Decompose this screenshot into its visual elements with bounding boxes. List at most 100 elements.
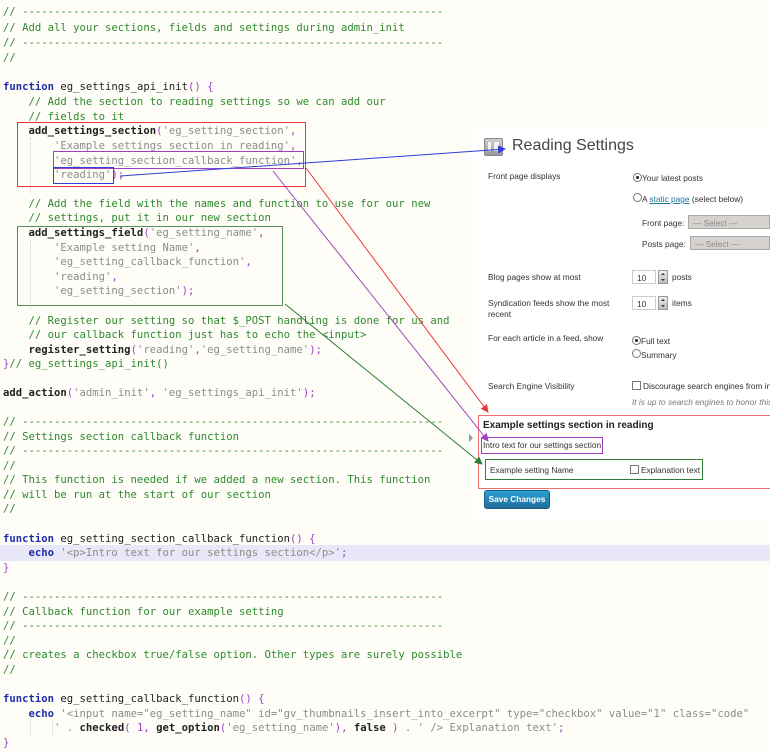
code-token: ; (341, 547, 348, 559)
code-token: 'reading' (3, 271, 112, 283)
code-token: 'Example settings section in reading' (3, 140, 291, 152)
code-token: 'admin_init' (73, 387, 150, 399)
code-token: , (245, 256, 252, 268)
code-token: eg_setting_section_callback_function (54, 533, 291, 545)
indent-guide (30, 240, 31, 310)
code-token: // -------------------------------------… (3, 445, 444, 457)
code-token: checked (79, 722, 125, 734)
code-token: // Settings section callback function (3, 431, 239, 443)
code-token: register_setting (3, 344, 131, 356)
code-token: , (258, 227, 265, 239)
front-page-displays-label: Front page displays (488, 171, 561, 181)
code-token: false (353, 722, 386, 734)
code-token: 'eg_settings_api_init' (162, 387, 303, 399)
code-token: , (290, 140, 297, 152)
code-token: add_settings_field (3, 227, 144, 239)
code-token: ); (309, 344, 322, 356)
code-line: // (3, 50, 16, 67)
posts-page-select[interactable]: — Select — (690, 236, 770, 250)
code-line: }// eg_settings_api_init() (3, 356, 169, 373)
code-token: // (3, 664, 16, 676)
radio-latest-posts[interactable] (633, 173, 642, 182)
code-token: , (149, 387, 163, 399)
code-token: // (3, 460, 16, 472)
code-token: echo (3, 547, 55, 559)
static-page-link[interactable]: static page (649, 194, 689, 204)
code-token: add_settings_section (3, 125, 157, 137)
radio-full-text-label: Full text (641, 336, 671, 346)
code-token: , (143, 722, 157, 734)
code-line: // -------------------------------------… (3, 443, 443, 460)
syndication-spinner[interactable] (658, 296, 668, 310)
code-token: // will be run at the start of our secti… (3, 489, 271, 501)
code-token: // (3, 52, 16, 64)
blog-pages-label: Blog pages show at most (488, 272, 581, 282)
radio-full-text[interactable] (632, 336, 641, 345)
code-token: () { (239, 693, 265, 705)
code-token: // eg_settings_api_init() (9, 358, 169, 370)
blog-pages-unit: posts (672, 272, 692, 282)
code-line: } (3, 735, 9, 752)
search-visibility-label: Search Engine Visibility (488, 381, 575, 391)
code-token: // -------------------------------------… (3, 620, 444, 632)
code-line: // will be run at the start of our secti… (3, 487, 271, 504)
radio-static-page[interactable] (633, 193, 642, 202)
explanation-checkbox-label: Explanation text (641, 465, 701, 475)
front-page-select[interactable]: — Select — (688, 215, 770, 229)
code-token: ); (111, 169, 125, 181)
code-line: // -------------------------------------… (3, 35, 443, 52)
code-token: // This function is needed if we added a… (3, 474, 431, 486)
radio-static-suffix: (select below) (689, 194, 744, 204)
posts-page-select-label: Posts page: (642, 239, 686, 249)
blog-pages-spinner[interactable] (658, 270, 668, 284)
code-line: ' . checked( 1, get_option('eg_setting_n… (3, 720, 564, 737)
code-token: 'eg_setting_section' (162, 125, 291, 137)
code-token: get_option (156, 722, 220, 734)
code-token: function (3, 533, 55, 545)
save-changes-button[interactable]: Save Changes (484, 490, 550, 509)
code-line: // -------------------------------------… (3, 618, 443, 635)
search-visibility-note: It is up to search engines to honor this… (632, 397, 770, 407)
code-token: , (111, 271, 118, 283)
radio-latest-posts-label: Your latest posts (642, 173, 704, 183)
collapse-handle-icon[interactable] (469, 434, 473, 442)
code-token: 'eg_setting_callback_function' (3, 256, 246, 268)
code-token: ( (124, 722, 137, 734)
code-token: eg_settings_api_init (54, 81, 188, 93)
code-token: } (3, 562, 10, 574)
code-token: // (3, 635, 16, 647)
code-line: // (3, 662, 16, 679)
code-token: // -------------------------------------… (3, 416, 444, 428)
example-section-intro: Intro text for our settings section (483, 440, 602, 450)
code-token: // Register our setting so that $_POST h… (3, 315, 450, 327)
code-token: 'eg_setting_name' (149, 227, 259, 239)
code-token: // our callback function just has to ech… (3, 329, 367, 341)
syndication-input[interactable]: 10 (632, 296, 656, 310)
code-token: '<p>Intro text for our settings section<… (54, 547, 342, 559)
code-token: // Add the section to reading settings s… (3, 96, 386, 108)
code-token: // -------------------------------------… (3, 591, 444, 603)
indent-guide (30, 138, 31, 194)
code-token: 'reading' (136, 344, 195, 356)
indent-guide (52, 720, 53, 735)
code-token: ' . (3, 722, 80, 734)
code-token: add_action (3, 387, 67, 399)
code-token: echo (3, 708, 55, 720)
code-token: , (194, 242, 201, 254)
indent-guide (30, 720, 31, 735)
code-token: ); (181, 285, 195, 297)
code-line: 'eg_setting_section'); (3, 283, 194, 300)
radio-summary[interactable] (632, 349, 641, 358)
code-token: 'Example setting Name' (3, 242, 195, 254)
blog-pages-input[interactable]: 10 (632, 270, 656, 284)
page-title: Reading Settings (512, 137, 634, 154)
radio-static-page-label: A static page (select below) (642, 194, 743, 204)
code-token: 'eg_setting_name' (200, 344, 310, 356)
feed-article-label: For each article in a feed, show (488, 333, 604, 343)
syndication-label: Syndication feeds show the most recent (488, 298, 610, 319)
code-token: 'eg_setting_section_callback_function' (3, 155, 297, 167)
code-token: // Callback function for our example set… (3, 606, 284, 618)
discourage-search-checkbox[interactable] (632, 381, 641, 390)
code-token: '<input name="eg_setting_name" id="gv_th… (54, 708, 750, 720)
explanation-checkbox[interactable] (630, 465, 639, 474)
